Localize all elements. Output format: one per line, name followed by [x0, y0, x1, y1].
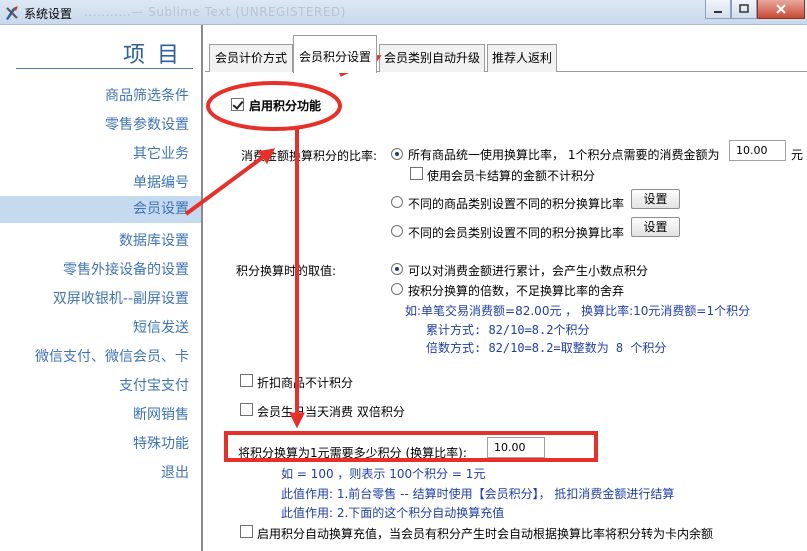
birthday-double-label: 会员生日当天消费 双倍积分 [257, 405, 405, 419]
exchange-note-1: 如 = 100 ，则表示 100个积分 = 1元 [281, 467, 486, 481]
window-title-background: ...........— Sublime Text (UNREGISTERED) [84, 5, 346, 19]
discount-exclude-checkbox[interactable] [240, 374, 253, 387]
sidebar-item-offline-sales[interactable]: 断网销售 [133, 404, 189, 424]
sidebar-item-dual-screen[interactable]: 双屏收银机--副屏设置 [53, 288, 189, 308]
tab-member-points[interactable]: 会员积分设置 [293, 35, 377, 73]
exchange-ratio-input[interactable]: 10.00 [487, 437, 545, 458]
auto-recharge-checkbox[interactable] [240, 525, 253, 538]
sidebar-item-special-features[interactable]: 特殊功能 [133, 433, 189, 453]
sidebar-item-doc-numbering[interactable]: 单据编号 [133, 172, 189, 192]
tab-referrer-rebate[interactable]: 推荐人返利 [487, 44, 557, 72]
tab-member-upgrade[interactable]: 会员类别自动升级 [379, 44, 485, 72]
sidebar-item-exit[interactable]: 退出 [161, 462, 189, 482]
rounding-label: 积分换算时的取值: [236, 264, 337, 278]
exchange-note-2: 此值作用: 1.前台零售 -- 结算时使用【会员积分】， 抵扣消费金额进行结算 [281, 487, 675, 501]
sidebar-item-member-settings[interactable]: 会员设置 [0, 196, 201, 223]
window-controls [705, 0, 805, 19]
discount-exclude-label: 折扣商品不计积分 [257, 376, 354, 390]
member-type-ratio-label: 不同的会员类别设置不同的积分换算比率 [408, 226, 625, 240]
sidebar-item-other-business[interactable]: 其它业务 [133, 143, 189, 163]
uniform-ratio-label: 所有商品统一使用换算比率， 1个积分点需要的消费金额为 [408, 148, 720, 162]
sidebar-item-sms[interactable]: 短信发送 [133, 317, 189, 337]
points-settings-content: 启用积分功能 消费金额换算积分的比率: 所有商品统一使用换算比率， 1个积分点需… [205, 73, 807, 551]
sidebar-item-database[interactable]: 数据库设置 [119, 230, 189, 250]
accumulate-radio[interactable] [391, 263, 403, 275]
card-exclude-checkbox[interactable] [410, 167, 423, 180]
sidebar-item-wechat[interactable]: 微信支付、微信会员、卡 [35, 346, 189, 366]
member-type-ratio-settings-button[interactable]: 设置 [631, 217, 680, 237]
uniform-ratio-radio[interactable] [391, 148, 403, 160]
maximize-icon [739, 4, 749, 13]
maximize-button[interactable] [731, 0, 757, 19]
example-line-2: 累计方式: 82/10=8.2个积分 [426, 323, 590, 337]
card-exclude-label: 使用会员卡结算的金额不计积分 [427, 169, 596, 183]
close-button[interactable] [757, 0, 805, 19]
minimize-icon [714, 11, 722, 13]
sidebar-item-alipay[interactable]: 支付宝支付 [119, 375, 189, 395]
window-title: 系统设置 [24, 7, 73, 21]
tab-bar: 会员计价方式 会员积分设置 会员类别自动升级 推荐人返利 [205, 25, 807, 73]
accumulate-label: 可以对消费金额进行累计，会产生小数点积分 [408, 264, 649, 278]
settings-main-panel: 会员计价方式 会员积分设置 会员类别自动升级 推荐人返利 启用积分功能 消费金额… [205, 25, 807, 551]
enable-points-checkbox[interactable] [231, 98, 244, 111]
exchange-ratio-label: 将积分换算为1元需要多少积分 (换算比率): [238, 446, 467, 460]
uniform-amount-input[interactable]: 10.00 [729, 140, 786, 161]
sidebar-item-retail-params[interactable]: 零售参数设置 [105, 114, 189, 134]
exchange-note-3: 此值作用: 2.下面的这个积分自动换算充值 [281, 506, 505, 520]
auto-recharge-label: 启用积分自动换算充值，当会员有积分产生时会自动根据换算比率将积分转为卡内余额 [257, 527, 714, 541]
category-ratio-radio[interactable] [391, 196, 403, 208]
close-icon [776, 4, 786, 14]
multiple-radio[interactable] [391, 283, 403, 295]
settings-sidebar: 项目 商品筛选条件 零售参数设置 其它业务 单据编号 会员设置 数据库设置 零售… [0, 25, 203, 551]
member-type-ratio-radio[interactable] [391, 225, 403, 237]
tab-member-pricing[interactable]: 会员计价方式 [209, 44, 293, 72]
uniform-unit: 元 [791, 148, 804, 162]
sidebar-item-product-filter[interactable]: 商品筛选条件 [105, 85, 189, 105]
example-line-1: 如:单笔交易消费额=82.00元 ， 换算比率:10元消费额=1个积分 [405, 304, 751, 318]
app-icon [6, 6, 18, 20]
category-ratio-label: 不同的商品类别设置不同的积分换算比率 [408, 197, 625, 211]
sidebar-item-retail-devices[interactable]: 零售外接设备的设置 [63, 259, 189, 279]
minimize-button[interactable] [705, 0, 731, 19]
sidebar-header-title: 项目 [122, 43, 191, 68]
birthday-double-checkbox[interactable] [240, 403, 253, 416]
sidebar-header: 项目 [16, 41, 193, 69]
example-line-3: 倍数方式: 82/10=8.2=取整数为 8 个积分 [426, 341, 667, 355]
ratio-label: 消费金额换算积分的比率: [241, 149, 378, 163]
category-ratio-settings-button[interactable]: 设置 [631, 189, 680, 209]
title-bar: 系统设置 ...........— Sublime Text (UNREGIST… [0, 0, 807, 25]
multiple-label: 按积分换算的倍数，不足换算比率的舍弃 [408, 284, 625, 298]
enable-points-label: 启用积分功能 [249, 99, 322, 113]
